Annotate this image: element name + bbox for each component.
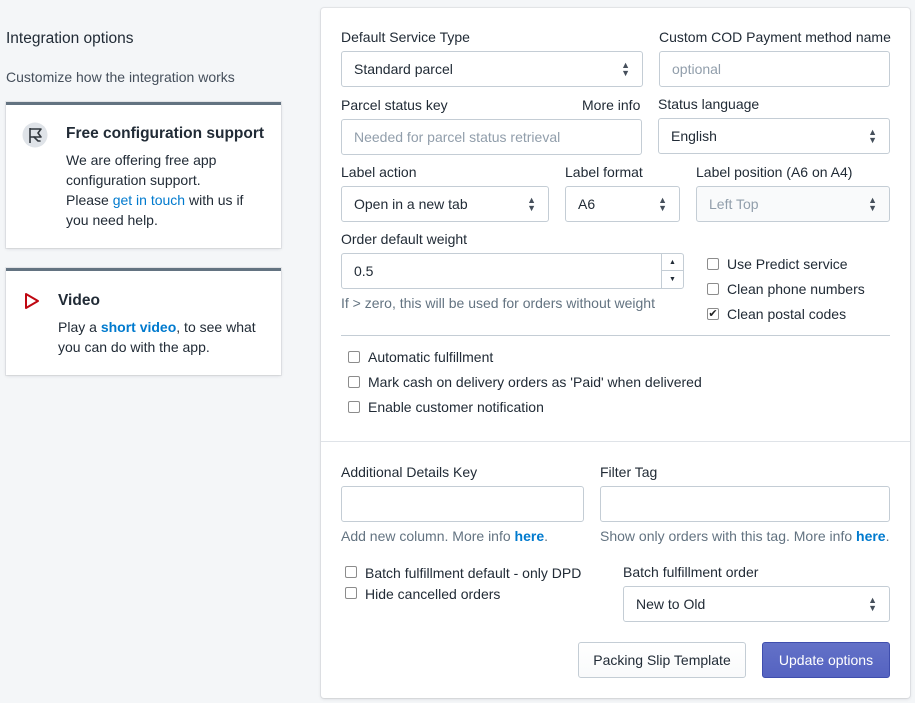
- section-description: Customize how the integration works: [6, 69, 235, 85]
- batch-fulfillment-order-label: Batch fulfillment order: [623, 564, 759, 580]
- filter-tag-help-end: .: [885, 528, 890, 544]
- batch-fulfillment-order-value: New to Old: [636, 596, 706, 612]
- packing-slip-template-button[interactable]: Packing Slip Template: [578, 642, 746, 678]
- video-card-text: , to see what: [176, 319, 256, 335]
- select-caret-icon: ▲ ▼: [868, 195, 877, 213]
- use-predict-label: Use Predict service: [727, 256, 848, 272]
- label-format-select[interactable]: A6 ▲ ▼: [565, 186, 680, 222]
- hide-cancelled-label: Hide cancelled orders: [365, 586, 501, 602]
- default-service-type-value: Standard parcel: [354, 61, 453, 77]
- parcel-status-key-input[interactable]: Needed for parcel status retrieval: [341, 119, 642, 155]
- use-predict-checkbox[interactable]: [707, 258, 719, 270]
- batch-fulfillment-order-select[interactable]: New to Old ▲ ▼: [623, 586, 890, 622]
- label-position-label: Label position (A6 on A4): [696, 164, 853, 180]
- section-divider: [321, 441, 910, 442]
- support-card: Free configuration support We are offeri…: [6, 102, 281, 248]
- select-caret-icon: ▲ ▼: [868, 595, 877, 613]
- filter-tag-help: Show only orders with this tag. More inf…: [600, 528, 857, 544]
- filter-tag-here-link[interactable]: here: [856, 528, 886, 544]
- stepper-up-icon[interactable]: ▲: [662, 254, 683, 271]
- order-default-weight-label: Order default weight: [341, 231, 468, 247]
- hide-cancelled-checkbox[interactable]: [345, 587, 357, 599]
- additional-details-help-end: .: [544, 528, 548, 544]
- support-card-text: configuration support.: [66, 172, 201, 188]
- clean-phone-checkbox[interactable]: [707, 283, 719, 295]
- order-default-weight-input[interactable]: 0.5 ▲ ▼: [341, 253, 684, 289]
- label-action-label: Label action: [341, 164, 417, 180]
- parcel-status-key-label: Parcel status key: [341, 97, 448, 113]
- mark-cod-paid-checkbox[interactable]: [348, 376, 360, 388]
- update-options-button[interactable]: Update options: [762, 642, 890, 678]
- select-caret-icon: ▲ ▼: [658, 195, 667, 213]
- play-icon: [24, 292, 40, 313]
- label-format-value: A6: [578, 196, 596, 212]
- clean-phone-label: Clean phone numbers: [727, 281, 865, 297]
- clean-postal-label: Clean postal codes: [727, 306, 847, 322]
- status-language-value: English: [671, 128, 717, 144]
- label-position-select[interactable]: Left Top ▲ ▼: [696, 186, 890, 222]
- label-action-select[interactable]: Open in a new tab ▲ ▼: [341, 186, 549, 222]
- cod-method-name-placeholder: optional: [672, 61, 722, 77]
- cod-method-name-input[interactable]: optional: [659, 51, 890, 87]
- order-default-weight-value: 0.5: [354, 263, 374, 279]
- support-card-title: Free configuration support: [66, 125, 265, 142]
- support-card-text: you need help.: [66, 212, 158, 228]
- get-in-touch-link[interactable]: get in touch: [113, 192, 185, 208]
- additional-details-key-label: Additional Details Key: [341, 464, 478, 480]
- additional-details-key-input[interactable]: [341, 486, 584, 522]
- batch-fulfillment-default-checkbox[interactable]: [345, 566, 357, 578]
- label-position-value: Left Top: [709, 196, 759, 212]
- default-service-type-label: Default Service Type: [341, 29, 470, 45]
- parcel-status-more-info-link[interactable]: More info: [582, 97, 640, 113]
- select-caret-icon: ▲ ▼: [527, 195, 536, 213]
- automatic-fulfillment-checkbox[interactable]: [348, 351, 360, 363]
- video-card-text: you can do with the app.: [58, 339, 210, 355]
- support-card-text: We are offering free app: [66, 152, 217, 168]
- video-card-text: Play a: [58, 319, 101, 335]
- customer-notification-label: Enable customer notification: [368, 399, 544, 415]
- clean-postal-checkbox[interactable]: ✔: [707, 308, 719, 320]
- flag-support-icon: [22, 122, 48, 151]
- section-title: Integration options: [6, 30, 134, 47]
- additional-details-help: Add new column. More info: [341, 528, 515, 544]
- mark-cod-paid-label: Mark cash on delivery orders as 'Paid' w…: [368, 374, 702, 390]
- support-card-text: Please: [66, 192, 113, 208]
- status-language-select[interactable]: English ▲ ▼: [658, 118, 890, 154]
- filter-tag-label: Filter Tag: [600, 464, 658, 480]
- select-caret-icon: ▲ ▼: [868, 127, 877, 145]
- weight-stepper[interactable]: ▲ ▼: [661, 254, 683, 288]
- stepper-down-icon[interactable]: ▼: [662, 271, 683, 288]
- parcel-status-key-placeholder: Needed for parcel status retrieval: [354, 129, 561, 145]
- automatic-fulfillment-label: Automatic fulfillment: [368, 349, 494, 365]
- additional-details-here-link[interactable]: here: [515, 528, 545, 544]
- default-service-type-select[interactable]: Standard parcel ▲ ▼: [341, 51, 643, 87]
- select-caret-icon: ▲ ▼: [621, 60, 630, 78]
- video-card-title: Video: [58, 292, 100, 309]
- label-action-value: Open in a new tab: [354, 196, 468, 212]
- filter-tag-input[interactable]: [600, 486, 890, 522]
- cod-method-name-label: Custom COD Payment method name: [659, 29, 891, 45]
- support-card-text: with us if: [185, 192, 244, 208]
- customer-notification-checkbox[interactable]: [348, 401, 360, 413]
- order-default-weight-help: If > zero, this will be used for orders …: [341, 295, 655, 311]
- status-language-label: Status language: [658, 96, 760, 112]
- video-card: Video Play a short video, to see what yo…: [6, 268, 281, 375]
- form-divider: [341, 335, 890, 336]
- label-format-label: Label format: [565, 164, 643, 180]
- batch-fulfillment-default-label: Batch fulfillment default - only DPD: [365, 565, 582, 581]
- short-video-link[interactable]: short video: [101, 319, 176, 335]
